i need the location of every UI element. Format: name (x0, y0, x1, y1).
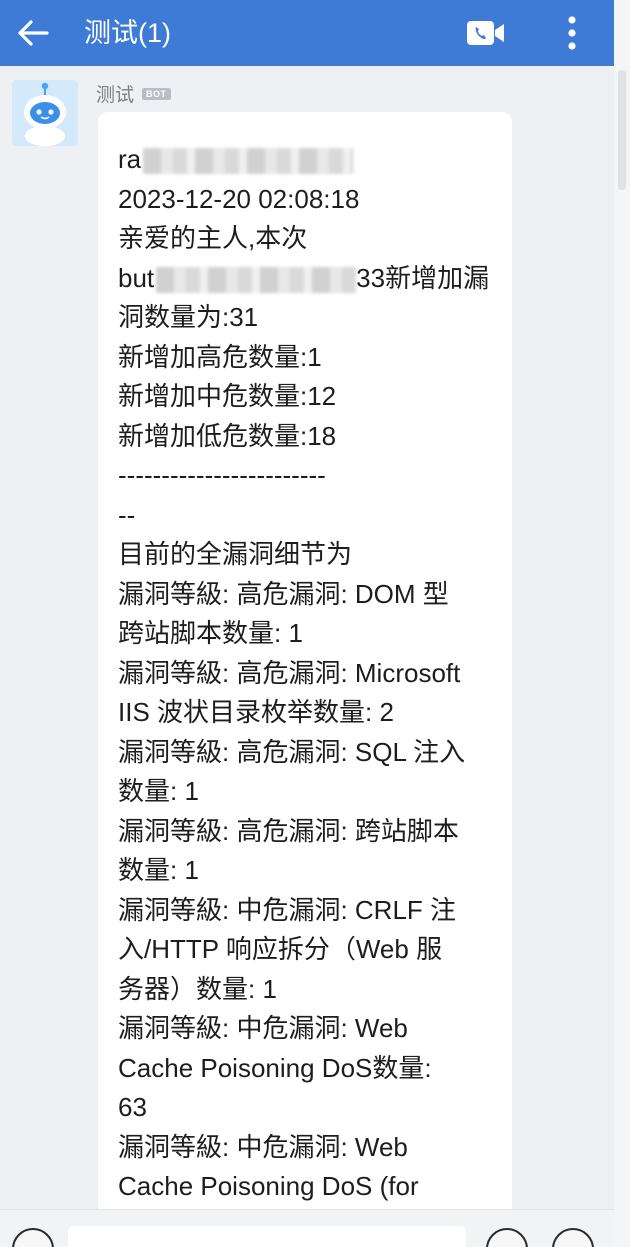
chat-area: 测试 BOT ra 2023-12-20 02:08:18 亲爱的主人,本次 but 3… (0, 66, 614, 1209)
message-line-text: 漏洞等級: 中危漏洞: Web (118, 1131, 408, 1162)
message-line-text: 新增加高危数量:1 (118, 341, 322, 372)
scrollbar-thumb[interactable] (618, 70, 626, 190)
message-line-text: 新增加中危数量:12 (118, 381, 337, 411)
message-line-text: 漏洞等級: 高危漏洞: DOM 型 (118, 578, 449, 609)
message-line-text: IIS 波状目录枚举数量: 2 (118, 697, 394, 727)
message-line: 漏洞等級: 高危漏洞: 跨站脚本 (118, 812, 500, 852)
message-line: 数量: 1 (118, 851, 500, 891)
message-line: -- (118, 496, 500, 536)
scrollbar[interactable] (614, 0, 630, 1247)
video-call-icon (467, 21, 504, 45)
message-line-text: 洞数量为:31 (118, 302, 259, 332)
message-line: Cache Poisoning DoS (for (118, 1167, 500, 1207)
message-line: 漏洞等級: 高危漏洞: DOM 型 (118, 575, 500, 615)
message-line-text: 漏洞等級: 高危漏洞: Microsoft (118, 657, 461, 688)
video-call-button[interactable] (462, 10, 510, 56)
robot-avatar-icon (12, 80, 78, 146)
message-line-text: 新增加低危数量:18 (118, 420, 337, 451)
message-line: 入/HTTP 响应拆分（Web 服 (118, 930, 500, 970)
message-line-text: 漏洞等級: 高危漏洞: 跨站脚本 (118, 815, 459, 846)
message-line: Cache Poisoning DoS数量: (118, 1049, 500, 1089)
message-line-text: 数量: 1 (118, 855, 199, 885)
message-line-text: but (118, 262, 155, 293)
bot-badge: BOT (142, 87, 171, 100)
message-line: 新增加中危数量:12 (118, 377, 500, 417)
message-line-text: 入/HTTP 响应拆分（Web 服 (118, 934, 443, 964)
message-line-text: 2023-12-20 02:08:18 (118, 183, 360, 214)
message-line: 63 (118, 1088, 500, 1128)
chat-header: 测试(1) (0, 0, 614, 66)
message-line-text: Cache Poisoning DoS数量: (118, 1052, 432, 1083)
message-line: 漏洞等級: 中危漏洞: CRLF 注 (118, 891, 500, 931)
message-line: 2023-12-20 02:08:18 (118, 180, 500, 220)
back-button[interactable] (0, 0, 66, 66)
message-line: IIS 波状目录枚举数量: 2 (118, 693, 500, 733)
chat-title: 测试(1) (84, 18, 171, 48)
message-line: but 33新增加漏 (118, 259, 500, 299)
sender-avatar[interactable] (12, 80, 78, 146)
redacted-blur (143, 148, 354, 175)
sender-row: 测试 BOT (96, 80, 171, 107)
message-line: 漏洞等級: 高危漏洞: Microsoft (118, 654, 500, 694)
message-line: 漏洞等級: 中危漏洞: Web (118, 1009, 500, 1049)
message-line-text: 亲爱的主人,本次 (118, 223, 308, 253)
message-line: 漏洞等級: 中危漏洞: Web (118, 1128, 500, 1168)
message-line-text: 漏洞等級: 高危漏洞: SQL 注入 (118, 736, 466, 767)
message-line-text: 漏洞等級: 中危漏洞: Web (118, 1013, 408, 1043)
message-line: 亲爱的主人,本次 (118, 219, 500, 259)
message-input[interactable] (68, 1226, 466, 1247)
message-line-text: Cache Poisoning DoS (for (118, 1171, 419, 1201)
message-line-text: 务器）数量: 1 (118, 973, 277, 1004)
message-line-text: ra (118, 144, 142, 174)
message-line: 数量: 1 (118, 772, 500, 812)
message-line: 务器）数量: 1 (118, 970, 500, 1010)
message-line: 跨站脚本数量: 1 (118, 614, 500, 654)
message-line: ------------------------ (118, 456, 500, 496)
message-line-suffix: 33新增加漏 (356, 262, 490, 293)
message-line: 目前的全漏洞细节为 (118, 535, 500, 575)
message-line: 新增加高危数量:1 (118, 338, 500, 378)
message-line-text: 目前的全漏洞细节为 (118, 539, 353, 569)
message-line: ra (118, 140, 500, 180)
message-line: 洞数量为:31 (118, 298, 500, 338)
message-line: 新增加低危数量:18 (118, 417, 500, 457)
sender-name: 测试 (96, 85, 135, 106)
more-options-button[interactable] (550, 4, 594, 62)
message-line-text: 63 (118, 1092, 147, 1122)
more-vertical-icon (568, 16, 576, 50)
redacted-blur (156, 266, 357, 293)
message-bubble[interactable]: ra 2023-12-20 02:08:18 亲爱的主人,本次 but 33新增加漏洞数… (98, 112, 512, 1209)
back-arrow-icon (18, 20, 49, 46)
message-line-text: ------------------------ (118, 460, 326, 490)
message-line-text: 数量: 1 (118, 776, 199, 806)
message-line-text: 跨站脚本数量: 1 (118, 618, 303, 648)
message-line-text: -- (118, 499, 136, 530)
message-line-text: 漏洞等級: 中危漏洞: CRLF 注 (118, 894, 457, 925)
message-text: ra 2023-12-20 02:08:18 亲爱的主人,本次 but 33新增加漏洞数… (118, 140, 500, 1209)
message-line: 漏洞等級: 高危漏洞: SQL 注入 (118, 733, 500, 773)
